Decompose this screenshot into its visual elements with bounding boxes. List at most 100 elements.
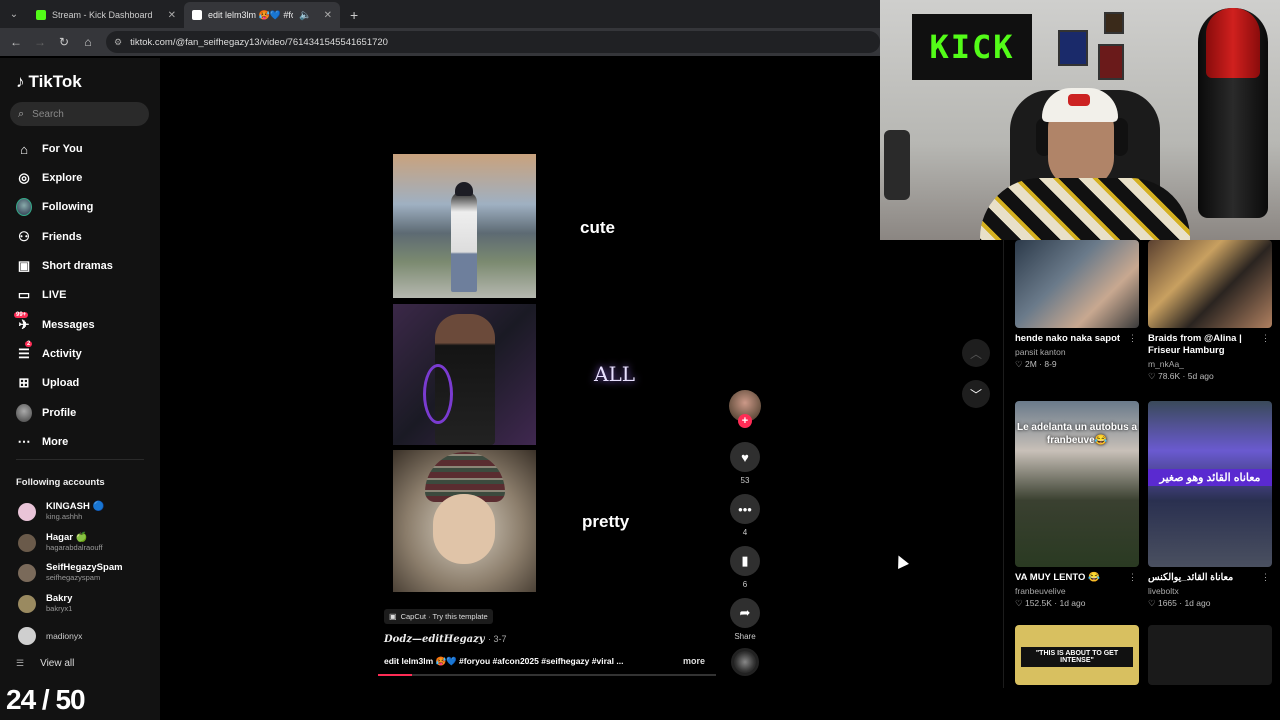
nav-activity[interactable]: ☰ 2 Activity — [16, 341, 82, 364]
drama-icon: ▣ — [17, 258, 31, 273]
nav-for-you[interactable]: ⌂ For You — [16, 139, 82, 159]
nav-friends[interactable]: ⚇ Friends — [16, 227, 82, 247]
caption-more-button[interactable]: more — [683, 656, 705, 666]
avatar — [18, 533, 36, 552]
account-handle: bakryx1 — [46, 604, 73, 613]
account-name: Hagar 🍏 — [46, 532, 88, 543]
view-all-label: View all — [40, 658, 75, 669]
card-meta: ♡ 1665 · 1d ago — [1148, 598, 1211, 608]
back-icon[interactable]: ← — [4, 30, 28, 54]
messages-icon: ✈ 99+ — [14, 312, 30, 332]
nav-more[interactable]: ⋯ More — [16, 432, 69, 452]
account-handle: hagarabdalraouff — [46, 543, 103, 552]
post-date: · 3-7 — [488, 634, 507, 644]
video-card[interactable]: Le adelanta un autobus a franbeuve😂 ⋮ VA… — [1015, 401, 1139, 609]
video-caption: edit lelm3lm 🥵💙 #foryou #afcon2025 #seif… — [384, 656, 624, 666]
nav-messages[interactable]: ✈ 99+ Messages — [14, 312, 95, 335]
save-button[interactable]: ▮ 6 — [730, 546, 760, 589]
close-tab-icon[interactable]: ✕ — [168, 10, 176, 21]
next-video-button[interactable]: ﹀ — [962, 380, 990, 408]
view-all-link[interactable]: ☰ View all — [16, 658, 74, 669]
capcut-icon: ▣ — [389, 612, 397, 621]
home-browser-icon[interactable]: ⌂ — [76, 30, 100, 54]
video-thumbnail: معاناه القائد وهو صغير — [1148, 401, 1272, 567]
nav-label: Short dramas — [42, 260, 113, 272]
card-user: pansit kanton — [1015, 347, 1066, 357]
close-tab-icon[interactable]: ✕ — [324, 10, 332, 21]
activity-icon: ☰ 2 — [18, 341, 33, 361]
activity-badge: 2 — [25, 341, 33, 347]
following-account[interactable]: madionyx — [18, 627, 82, 645]
nav-live[interactable]: ▭ LIVE — [16, 285, 67, 305]
new-tab-icon[interactable]: + — [350, 7, 358, 23]
more-options-icon[interactable]: ⋮ — [1261, 572, 1270, 583]
headphone-right — [1112, 118, 1128, 156]
nav-explore[interactable]: ◎ Explore — [16, 168, 82, 188]
kick-favicon-icon — [36, 10, 46, 20]
share-button[interactable]: ➦ Share — [730, 598, 760, 641]
live-icon: ▭ — [17, 287, 31, 302]
hat-figure — [455, 182, 473, 196]
card-title: Braids from @Alina | Friseur Hamburg — [1148, 333, 1242, 356]
video-card[interactable]: "THIS IS ABOUT TO GET INTENSE" — [1015, 625, 1139, 685]
account-handle: seifhegazyspam — [46, 573, 101, 582]
address-bar[interactable]: ⚙ tiktok.com/@fan_seifhegazy13/video/761… — [106, 31, 880, 53]
compass-icon: ◎ — [18, 170, 30, 185]
like-button[interactable]: ♥ 53 — [730, 442, 760, 485]
wall-frame — [1058, 30, 1088, 66]
messages-badge: 99+ — [14, 312, 29, 318]
save-count: 6 — [742, 580, 748, 589]
tab-search-icon[interactable]: ⌄ — [2, 2, 26, 26]
card-user: liveboltx — [1148, 586, 1179, 596]
tiktok-note-icon: ♪ — [16, 72, 25, 91]
video-thumbnail — [1015, 240, 1139, 328]
video-card[interactable] — [1148, 625, 1272, 685]
card-user: franbeuvelive — [1015, 586, 1066, 596]
video-author[interactable]: Dodz—editHegazy · 3-7 — [384, 634, 507, 645]
recommendation-grid: ⋮ hende nako naka sapot pansit kanton ♡ … — [1003, 240, 1280, 688]
video-player[interactable]: cute ALL pretty ▣ CapCut · Try this temp… — [378, 146, 716, 676]
account-name: KINGASH 🔵 — [46, 501, 105, 512]
forward-icon[interactable]: → — [28, 30, 52, 54]
more-options-icon[interactable]: ⋮ — [1261, 333, 1270, 344]
nav-label: Upload — [42, 377, 80, 389]
site-info-icon[interactable]: ⚙ — [114, 37, 122, 48]
search-input[interactable]: ⌕ Search — [10, 102, 149, 126]
reload-icon[interactable]: ↻ — [52, 30, 76, 54]
following-account[interactable]: Bakry bakryx1 — [18, 594, 72, 613]
nav-label: Friends — [42, 231, 82, 243]
music-disc-icon[interactable] — [731, 648, 759, 676]
kick-poster-text: KICK — [929, 28, 1015, 66]
following-account[interactable]: SeifHegazySpam seifhegazyspam — [18, 563, 123, 582]
more-options-icon[interactable]: ⋮ — [1128, 333, 1137, 344]
streamer-shirt — [980, 178, 1190, 240]
more-options-icon[interactable]: ⋮ — [1128, 572, 1137, 583]
follow-plus-icon[interactable]: + — [738, 414, 752, 428]
following-account[interactable]: KINGASH 🔵 king.ashhh — [18, 502, 104, 521]
punching-bag — [1198, 8, 1268, 218]
brand-name: TikTok — [28, 72, 82, 91]
nav-label: Activity — [42, 348, 82, 360]
video-thumbnail — [1148, 240, 1272, 328]
webcam-overlay: KICK — [880, 0, 1280, 240]
video-card[interactable]: ⋮ hende nako naka sapot pansit kanton ♡ … — [1015, 240, 1139, 370]
nav-profile[interactable]: Profile — [16, 403, 76, 423]
tiktok-logo[interactable]: ♪ TikTok — [16, 72, 82, 92]
video-card[interactable]: ⋮ Braids from @Alina | Friseur Hamburg m… — [1148, 240, 1272, 382]
browser-tab-kick[interactable]: Stream - Kick Dashboard ✕ — [28, 2, 184, 28]
nav-following[interactable]: Following — [16, 197, 93, 217]
mute-icon[interactable]: 🔈 — [299, 10, 311, 21]
nav-upload[interactable]: ⊞ Upload — [16, 373, 80, 393]
following-avatar-icon — [16, 198, 32, 216]
tiktok-favicon-icon — [192, 10, 202, 20]
nav-label: Profile — [42, 407, 77, 419]
avatar — [18, 563, 36, 582]
nav-short-dramas[interactable]: ▣ Short dramas — [16, 256, 113, 276]
previous-video-button[interactable]: ︿ — [962, 339, 990, 367]
browser-tab-tiktok[interactable]: edit lelm3lm 🥵💙 #foryou 🔈 ✕ — [184, 2, 340, 28]
comment-button[interactable]: ••• 4 — [730, 494, 760, 537]
following-account[interactable]: Hagar 🍏 hagarabdalraouff — [18, 533, 103, 552]
video-progress-bar[interactable] — [378, 674, 716, 676]
capcut-template-button[interactable]: ▣ CapCut · Try this template — [384, 609, 493, 624]
video-card[interactable]: معاناه القائد وهو صغير ⋮ معاناة القائد_ي… — [1148, 401, 1272, 609]
